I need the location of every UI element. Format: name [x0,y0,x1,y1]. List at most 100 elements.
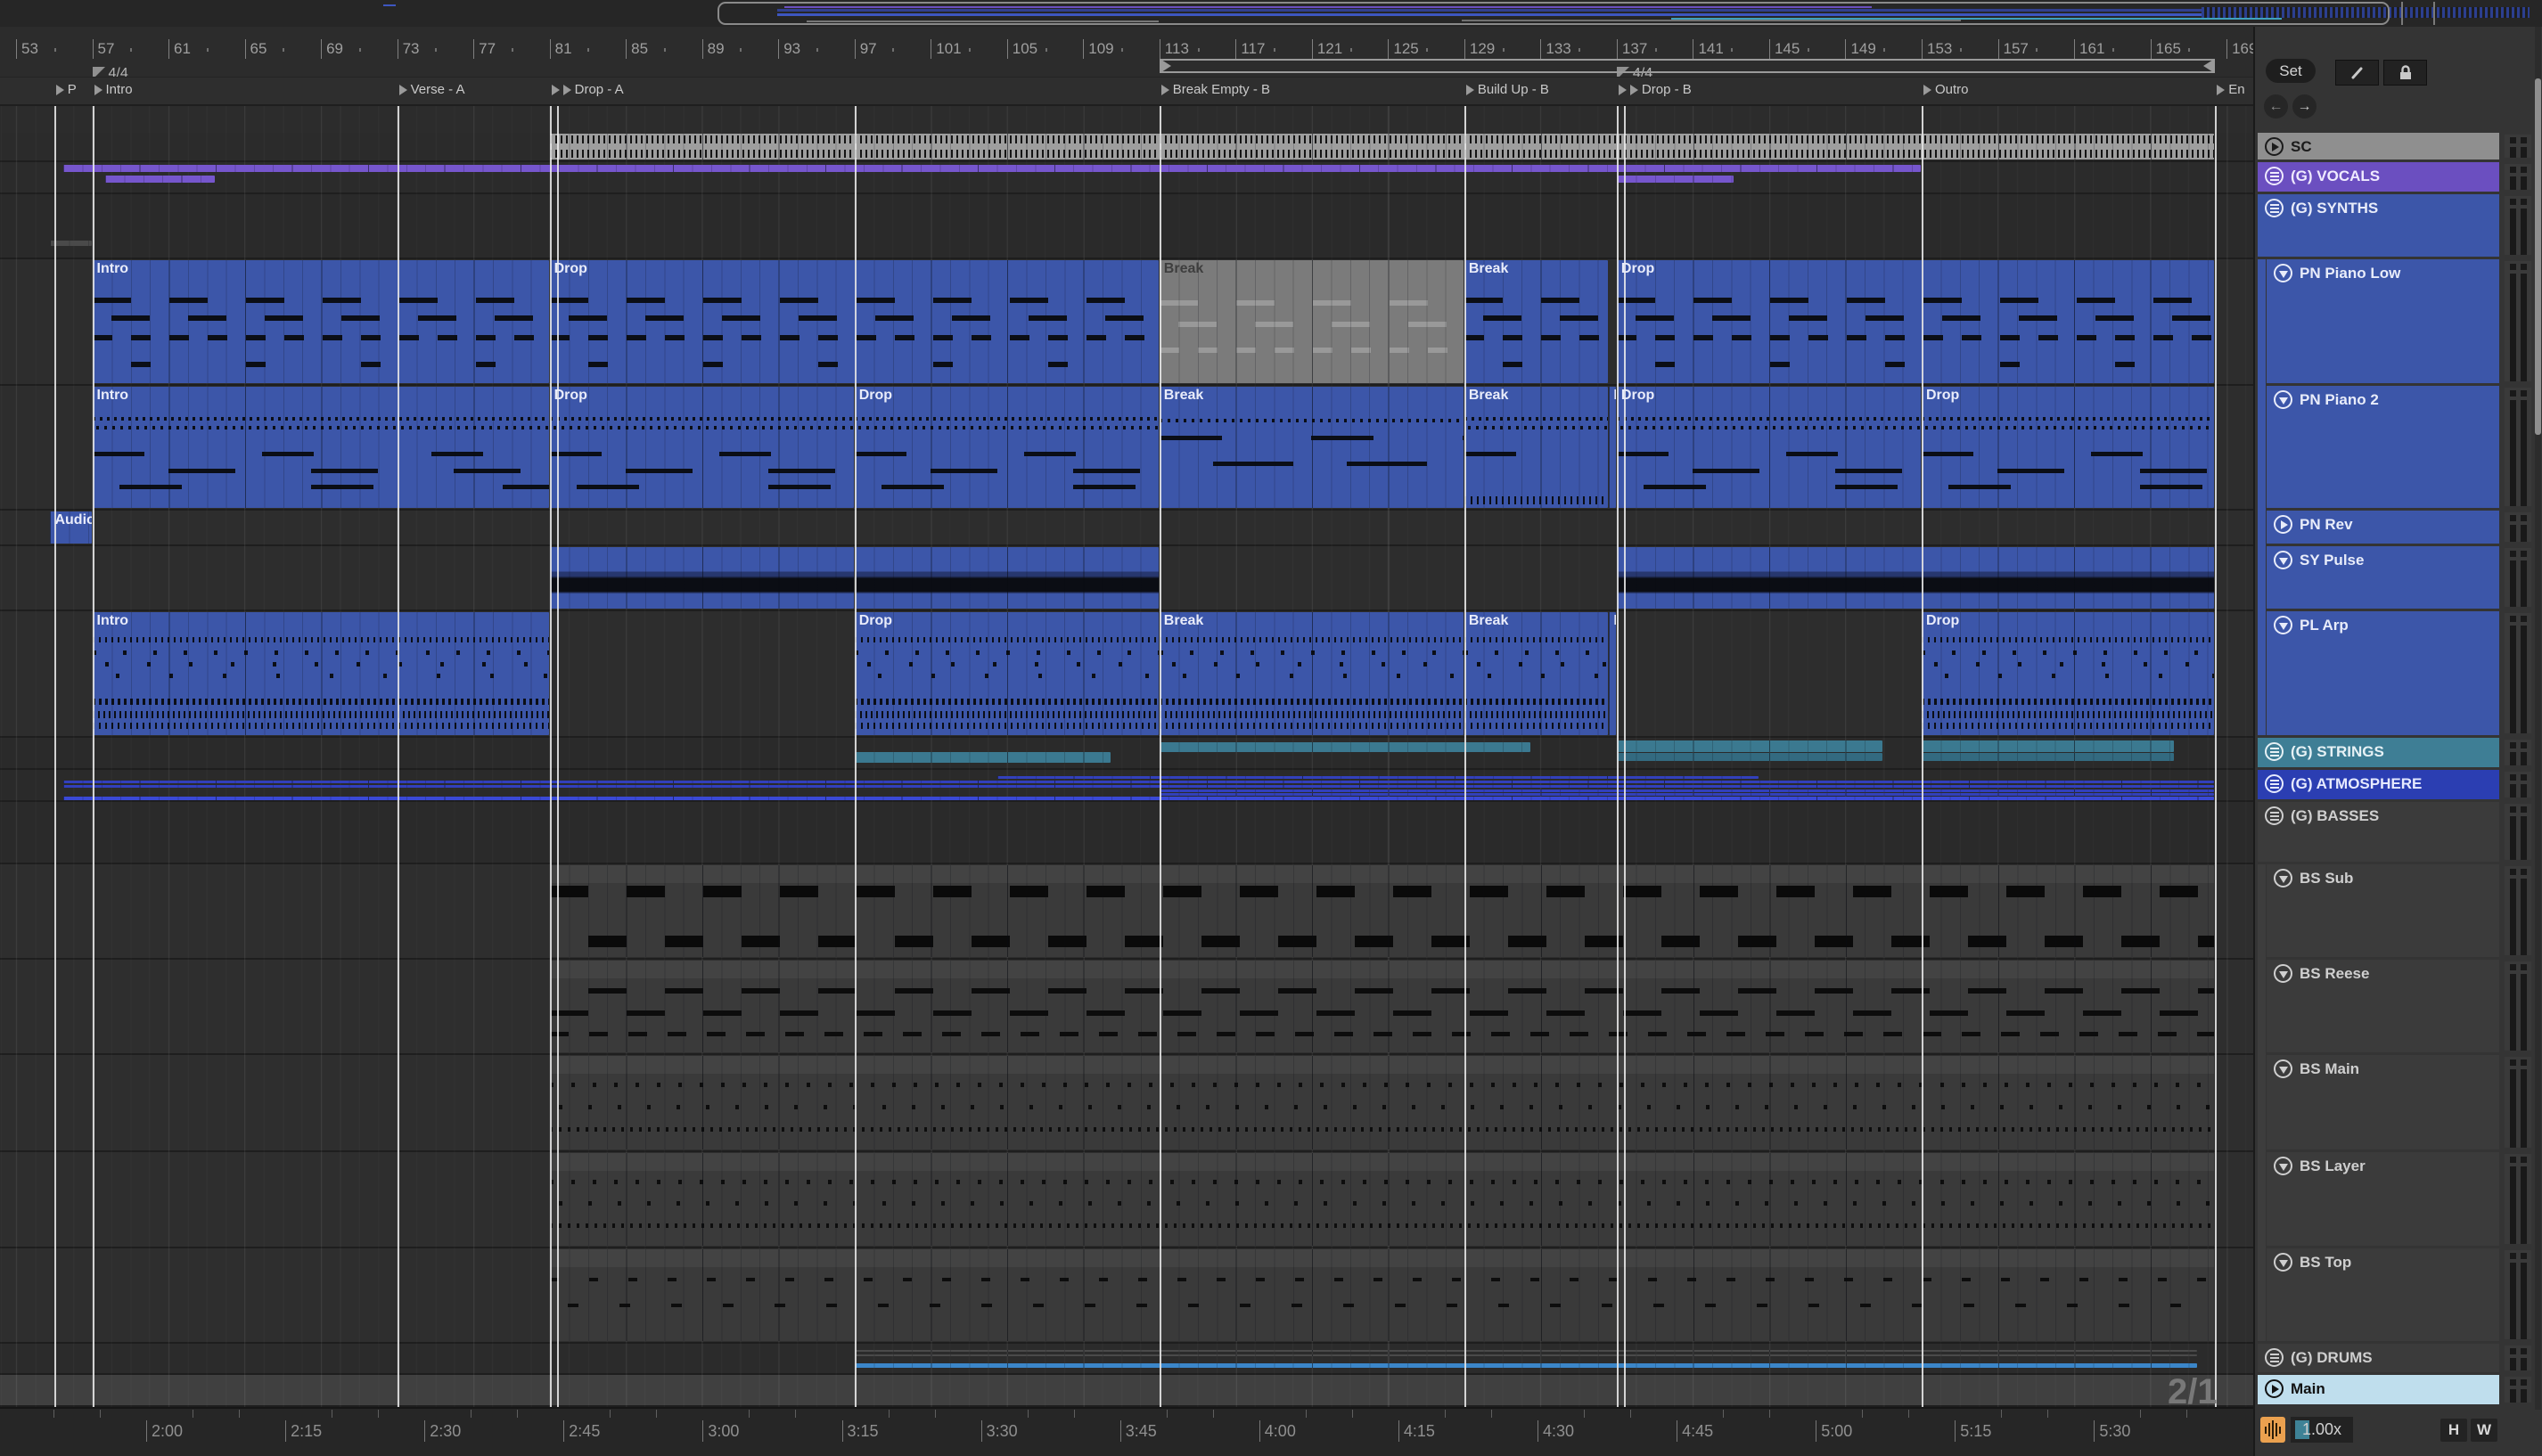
clip-segment[interactable] [550,961,2215,1052]
fold-chevron-icon[interactable] [2274,1253,2292,1272]
track-header-pnrev[interactable]: PN Rev [2267,511,2499,544]
clip-break[interactable]: Break [1464,612,1608,735]
clip-intro[interactable]: Intro [93,260,549,383]
fold-chevron-icon[interactable] [2274,390,2292,409]
clip-segment[interactable] [63,781,2214,783]
clip-segment[interactable] [1160,793,2214,796]
clip-e[interactable]: E [1609,612,1616,735]
locator-marker-intro[interactable]: Intro [94,82,133,97]
clip-segment[interactable] [63,785,2214,788]
time-ruler[interactable]: 2:002:152:302:453:003:153:303:454:004:15… [0,1407,2264,1456]
group-menu-icon[interactable] [2265,199,2284,217]
clip-segment[interactable] [63,165,1921,172]
clip-segment[interactable] [105,176,215,183]
clip-segment[interactable] [550,865,2215,957]
fold-chevron-icon[interactable] [2274,869,2292,888]
clip-segment[interactable] [550,1153,2215,1246]
play-icon[interactable] [2265,1379,2284,1398]
group-menu-icon[interactable] [2265,1348,2284,1367]
clip-segment[interactable] [1160,742,1530,752]
track-header-drums[interactable]: (G) DRUMS [2258,1344,2499,1372]
clip-audio[interactable]: Audio [50,511,91,544]
track-header-atmos[interactable]: (G) ATMOSPHERE [2258,770,2499,799]
clip-drop[interactable]: Drop [1922,387,2214,508]
track-lane-pnrev[interactable] [0,511,2264,546]
clip-segment[interactable] [1617,753,1882,761]
clip-segment[interactable] [855,1354,2197,1356]
fold-chevron-icon[interactable] [2274,551,2292,569]
clip-break[interactable]: Break [1160,260,1464,383]
arrow-left-icon[interactable]: ← [2264,94,2288,119]
track-lane-main[interactable] [0,1375,2264,1407]
clip-segment[interactable] [550,547,854,609]
marker-row[interactable]: PIntroVerse - ADrop - ABreak Empty - BBu… [0,77,2264,106]
fold-chevron-icon[interactable] [2274,964,2292,983]
arrangement-area[interactable]: 5357616569737781858993971011051091131171… [0,0,2264,1456]
fold-chevron-icon[interactable] [2274,1157,2292,1175]
clip-break[interactable]: Break [1464,260,1608,383]
track-header-basses[interactable]: (G) BASSES [2258,802,2499,862]
clip-break[interactable]: Break [1160,387,1464,508]
locator-marker-verse-a[interactable]: Verse - A [399,82,465,97]
play-icon[interactable] [2265,137,2284,156]
clip-segment[interactable] [1160,789,2214,792]
clip-intro[interactable]: Intro [93,387,549,508]
loop-brace[interactable] [1160,59,2215,73]
clip-drop[interactable]: Drop [550,260,1159,383]
group-menu-icon[interactable] [2265,806,2284,825]
zoom-width-button[interactable]: W [2471,1419,2497,1442]
clip-segment[interactable] [855,1350,2197,1352]
track-header-plarp[interactable]: PL Arp [2267,611,2499,735]
set-button[interactable]: Set [2266,59,2316,83]
track-header-vocals[interactable]: (G) VOCALS [2258,162,2499,192]
clip-segment[interactable] [1617,176,1734,183]
track-header-bsreese[interactable]: BS Reese [2267,960,2499,1052]
locator-marker-break-empty-b[interactable]: Break Empty - B [1161,82,1270,97]
clip-segment[interactable] [550,1056,2215,1149]
clip-drop[interactable]: Drop [1922,612,2214,735]
vertical-scrollbar[interactable] [2535,27,2541,1456]
play-icon[interactable] [2274,515,2292,534]
track-lane-synths[interactable] [0,194,2264,259]
clip-drop[interactable]: Drop [1617,387,1921,508]
clip-segment[interactable] [855,1363,2197,1368]
track-header-bslayer[interactable]: BS Layer [2267,1152,2499,1246]
zoom-height-button[interactable]: H [2440,1419,2467,1442]
locator-marker-p[interactable]: P [56,82,77,97]
clip-segment[interactable] [550,1249,2215,1341]
fold-chevron-icon[interactable] [2274,1059,2292,1078]
track-header-synths[interactable]: (G) SYNTHS [2258,194,2499,257]
group-menu-icon[interactable] [2265,774,2284,793]
clip-segment[interactable] [50,241,91,246]
group-menu-icon[interactable] [2265,742,2284,761]
audition-waveform-button[interactable] [2260,1417,2285,1443]
draw-mode-button[interactable] [2335,60,2379,86]
scrollbar-thumb[interactable] [2535,78,2541,435]
clip-e[interactable]: E [1609,387,1616,508]
clip-segment[interactable] [1617,740,1882,752]
clip-break[interactable]: Break [1160,612,1464,735]
playback-speed-field[interactable]: 1.00x [2291,1417,2353,1443]
track-header-bssub[interactable]: BS Sub [2267,864,2499,957]
track-header-pianolow[interactable]: PN Piano Low [2267,259,2499,383]
clip-intro[interactable]: Intro [93,612,549,735]
locator-marker-outro[interactable]: Outro [1923,82,1969,97]
clip-segment[interactable] [1922,753,2174,761]
track-header-sypulse[interactable]: SY Pulse [2267,546,2499,609]
locator-marker-drop-b[interactable]: Drop - B [1619,82,1692,97]
clip-segment[interactable] [550,134,2215,160]
track-header-bsmain[interactable]: BS Main [2267,1055,2499,1149]
locator-marker-build-up-b[interactable]: Build Up - B [1466,82,1549,97]
track-lane-drums[interactable] [0,1344,2264,1375]
arrow-right-icon[interactable]: → [2292,94,2316,119]
track-lane-basses[interactable] [0,802,2264,864]
track-header-sc[interactable]: SC [2258,133,2499,160]
fold-chevron-icon[interactable] [2274,264,2292,282]
clip-segment[interactable] [997,776,1759,779]
clip-drop[interactable]: Drop [855,612,1159,735]
clip-segment[interactable] [1922,740,2174,752]
lock-button[interactable] [2383,60,2427,86]
clip-break[interactable]: Break [1464,387,1608,508]
track-header-strings[interactable]: (G) STRINGS [2258,738,2499,767]
fold-chevron-icon[interactable] [2274,616,2292,634]
